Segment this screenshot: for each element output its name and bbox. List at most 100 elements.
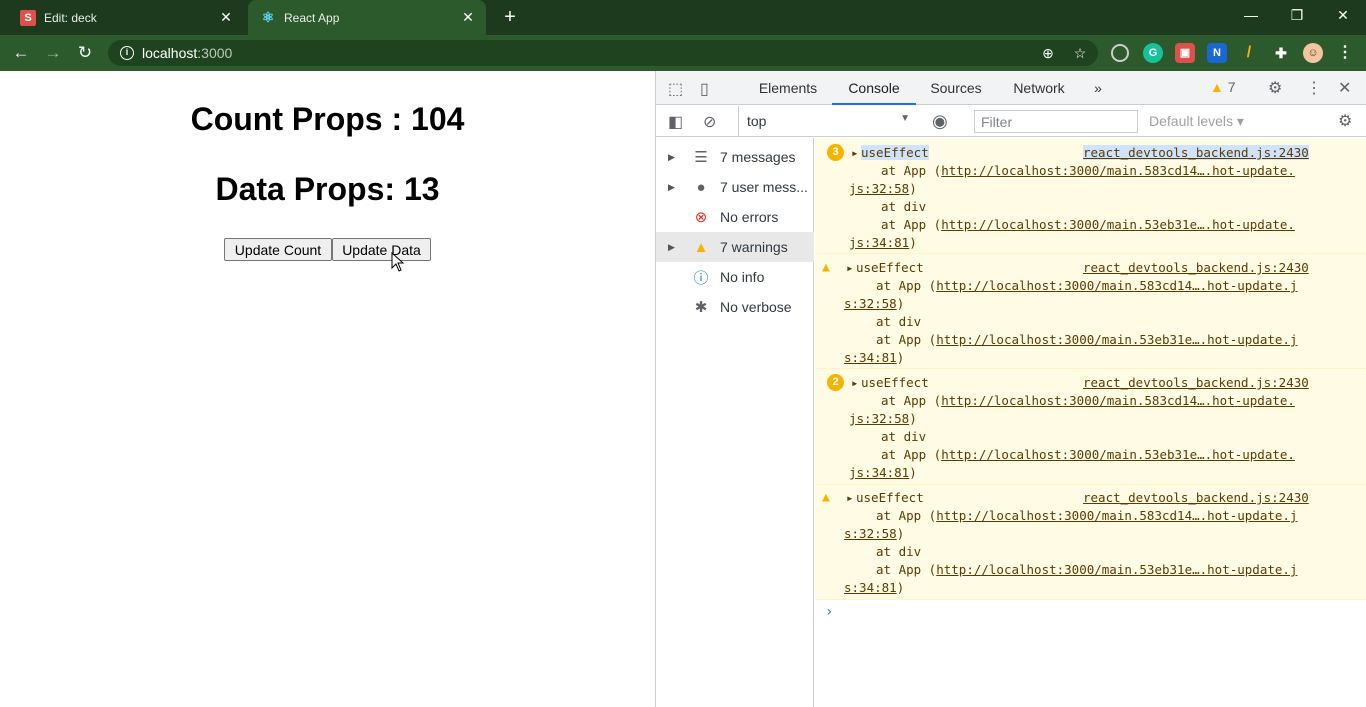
expand-arrow-icon[interactable]: ▸ [846,260,854,275]
console-warning[interactable]: ▲ ▸ useEffect react_devtools_backend.js:… [815,254,1366,369]
stack-line: at div [876,544,922,559]
stack-line: at App (http://localhost:3000/main.583cd… [881,393,1295,408]
warning-counter[interactable]: ▲ 7 [1210,79,1236,95]
message-title: useEffect [856,260,924,275]
console-warning[interactable]: 2 ▸ useEffect react_devtools_backend.js:… [815,369,1366,485]
inspect-element-icon[interactable]: ⬚ [668,79,683,99]
tab-console[interactable]: Console [832,71,916,105]
bookmark-star-icon[interactable]: ☆ [1070,44,1090,62]
profile-avatar[interactable]: ☺ [1303,43,1323,63]
source-link[interactable]: react_devtools_backend.js:2430 [1083,490,1309,505]
sidebar-item-info[interactable]: ⓘ No info [656,262,814,292]
url-text[interactable]: localhost:3000 [142,45,232,61]
menu-dots-icon[interactable]: ⋮ [1335,43,1355,63]
page-content: Count Props : 104 Data Props: 13 Update … [0,71,655,707]
context-select[interactable]: top ▼ [738,106,918,136]
chevron-down-icon: ▼ [900,113,910,124]
stack-line: js:32:58) [849,411,917,426]
reload-icon[interactable]: ↻ [73,41,97,65]
console-prompt[interactable]: › [825,604,833,620]
mouse-cursor-icon [391,252,405,272]
clear-console-icon[interactable]: ⊘ [703,112,716,132]
log-levels-select[interactable]: Default levels ▾ [1149,113,1244,130]
expand-arrow-icon: ▶ [668,181,675,192]
sidebar-item-verbose[interactable]: ✱ No verbose [656,292,814,322]
extension-record-icon[interactable] [1111,44,1129,62]
warning-icon: ▲ [822,490,830,505]
message-title: useEffect [861,145,929,160]
stack-line: s:34:81) [844,350,905,365]
extension-n-icon[interactable]: N [1207,43,1227,63]
devtools-close-icon[interactable]: ✕ [1338,78,1351,98]
repeat-count-badge: 2 [827,374,844,391]
stack-line: at App (http://localhost:3000/main.583cd… [876,508,1298,523]
stack-line: at App (http://localhost:3000/main.583cd… [881,163,1295,178]
minimize-icon[interactable]: — [1228,0,1274,30]
update-data-button[interactable]: Update Data [332,238,431,261]
restore-icon[interactable]: ❐ [1274,0,1320,30]
bug-icon: ✱ [694,299,708,316]
address-bar[interactable]: i localhost:3000 ⊕ ☆ [108,40,1098,66]
console-settings-icon[interactable]: ⚙ [1338,111,1352,131]
console-warning[interactable]: 3 ▸ useEffect react_devtools_backend.js:… [815,138,1366,254]
sidebar-item-messages[interactable]: ▶ ☰ 7 messages [656,142,814,172]
repeat-count-badge: 3 [827,144,844,161]
stack-line: at App (http://localhost:3000/main.53eb3… [881,217,1295,232]
sidebar-item-errors[interactable]: ⊗ No errors [656,202,814,232]
settings-gear-icon[interactable]: ⚙ [1268,78,1282,98]
sidebar-item-warnings[interactable]: ▶ ▲ 7 warnings [656,232,814,262]
expand-arrow-icon[interactable]: ▸ [846,490,854,505]
console-output: 3 ▸ useEffect react_devtools_backend.js:… [815,138,1366,707]
devtools-menu-icon[interactable]: ⋮ [1306,78,1322,98]
source-link[interactable]: react_devtools_backend.js:2430 [1083,145,1309,160]
pencil-icon[interactable]: / [1239,43,1259,63]
tab-elements[interactable]: Elements [744,71,832,105]
grammarly-icon[interactable]: G [1143,43,1163,63]
warning-icon: ▲ [693,238,709,256]
live-expression-eye-icon[interactable]: ◉ [932,111,948,132]
tab-network[interactable]: Network [996,71,1082,105]
message-title: useEffect [861,375,929,390]
filter-input[interactable]: Filter [974,110,1138,133]
tab-react-app[interactable]: ⚛ React App ✕ [248,0,486,35]
sidebar-toggle-icon[interactable]: ◧ [668,112,683,132]
zoom-icon[interactable]: ⊕ [1038,44,1058,62]
stack-line: at div [881,429,927,444]
info-icon[interactable]: i [120,46,134,60]
back-icon[interactable]: ← [9,41,33,65]
close-icon[interactable]: ✕ [458,9,478,26]
data-heading: Data Props: 13 [215,171,440,207]
stack-line: at div [881,199,927,214]
close-icon[interactable]: ✕ [216,9,236,26]
list-icon: ☰ [694,149,708,166]
window-close-icon[interactable]: ✕ [1320,0,1366,30]
source-link[interactable]: react_devtools_backend.js:2430 [1083,375,1309,390]
stack-line: s:32:58) [844,296,905,311]
expand-arrow-icon[interactable]: ▸ [851,375,859,390]
expand-arrow-icon[interactable]: ▸ [851,145,859,160]
info-icon: ⓘ [693,269,709,287]
stack-line: at App (http://localhost:3000/main.53eb3… [876,562,1298,577]
tab-edit-deck[interactable]: S Edit: deck ✕ [8,0,244,35]
extension-red-icon[interactable]: ▣ [1175,43,1195,63]
update-count-button[interactable]: Update Count [224,238,332,261]
more-tabs-icon[interactable]: » [1086,71,1110,105]
sidebar-item-user-messages[interactable]: ▶ ● 7 user mess... [656,172,814,202]
extensions-puzzle-icon[interactable]: ✚ [1271,43,1291,63]
console-sidebar: ▶ ☰ 7 messages ▶ ● 7 user mess... ⊗ No errors… [656,138,814,707]
device-toolbar-icon[interactable]: ▯ [700,79,709,99]
user-icon: ● [696,178,706,196]
console-warning[interactable]: ▲ ▸ useEffect react_devtools_backend.js:… [815,485,1366,600]
tab-sources[interactable]: Sources [916,71,996,105]
new-tab-icon[interactable]: + [498,5,522,29]
stack-line: js:34:81) [849,465,917,480]
stack-line: js:32:58) [849,181,917,196]
source-link[interactable]: react_devtools_backend.js:2430 [1083,260,1309,275]
tab-title: React App [284,10,340,25]
stack-line: s:32:58) [844,526,905,541]
stack-line: at div [876,314,922,329]
error-icon: ⊗ [694,209,708,226]
expand-arrow-icon: ▶ [668,151,675,162]
tab-title: Edit: deck [44,10,97,25]
forward-icon[interactable]: → [41,41,65,65]
